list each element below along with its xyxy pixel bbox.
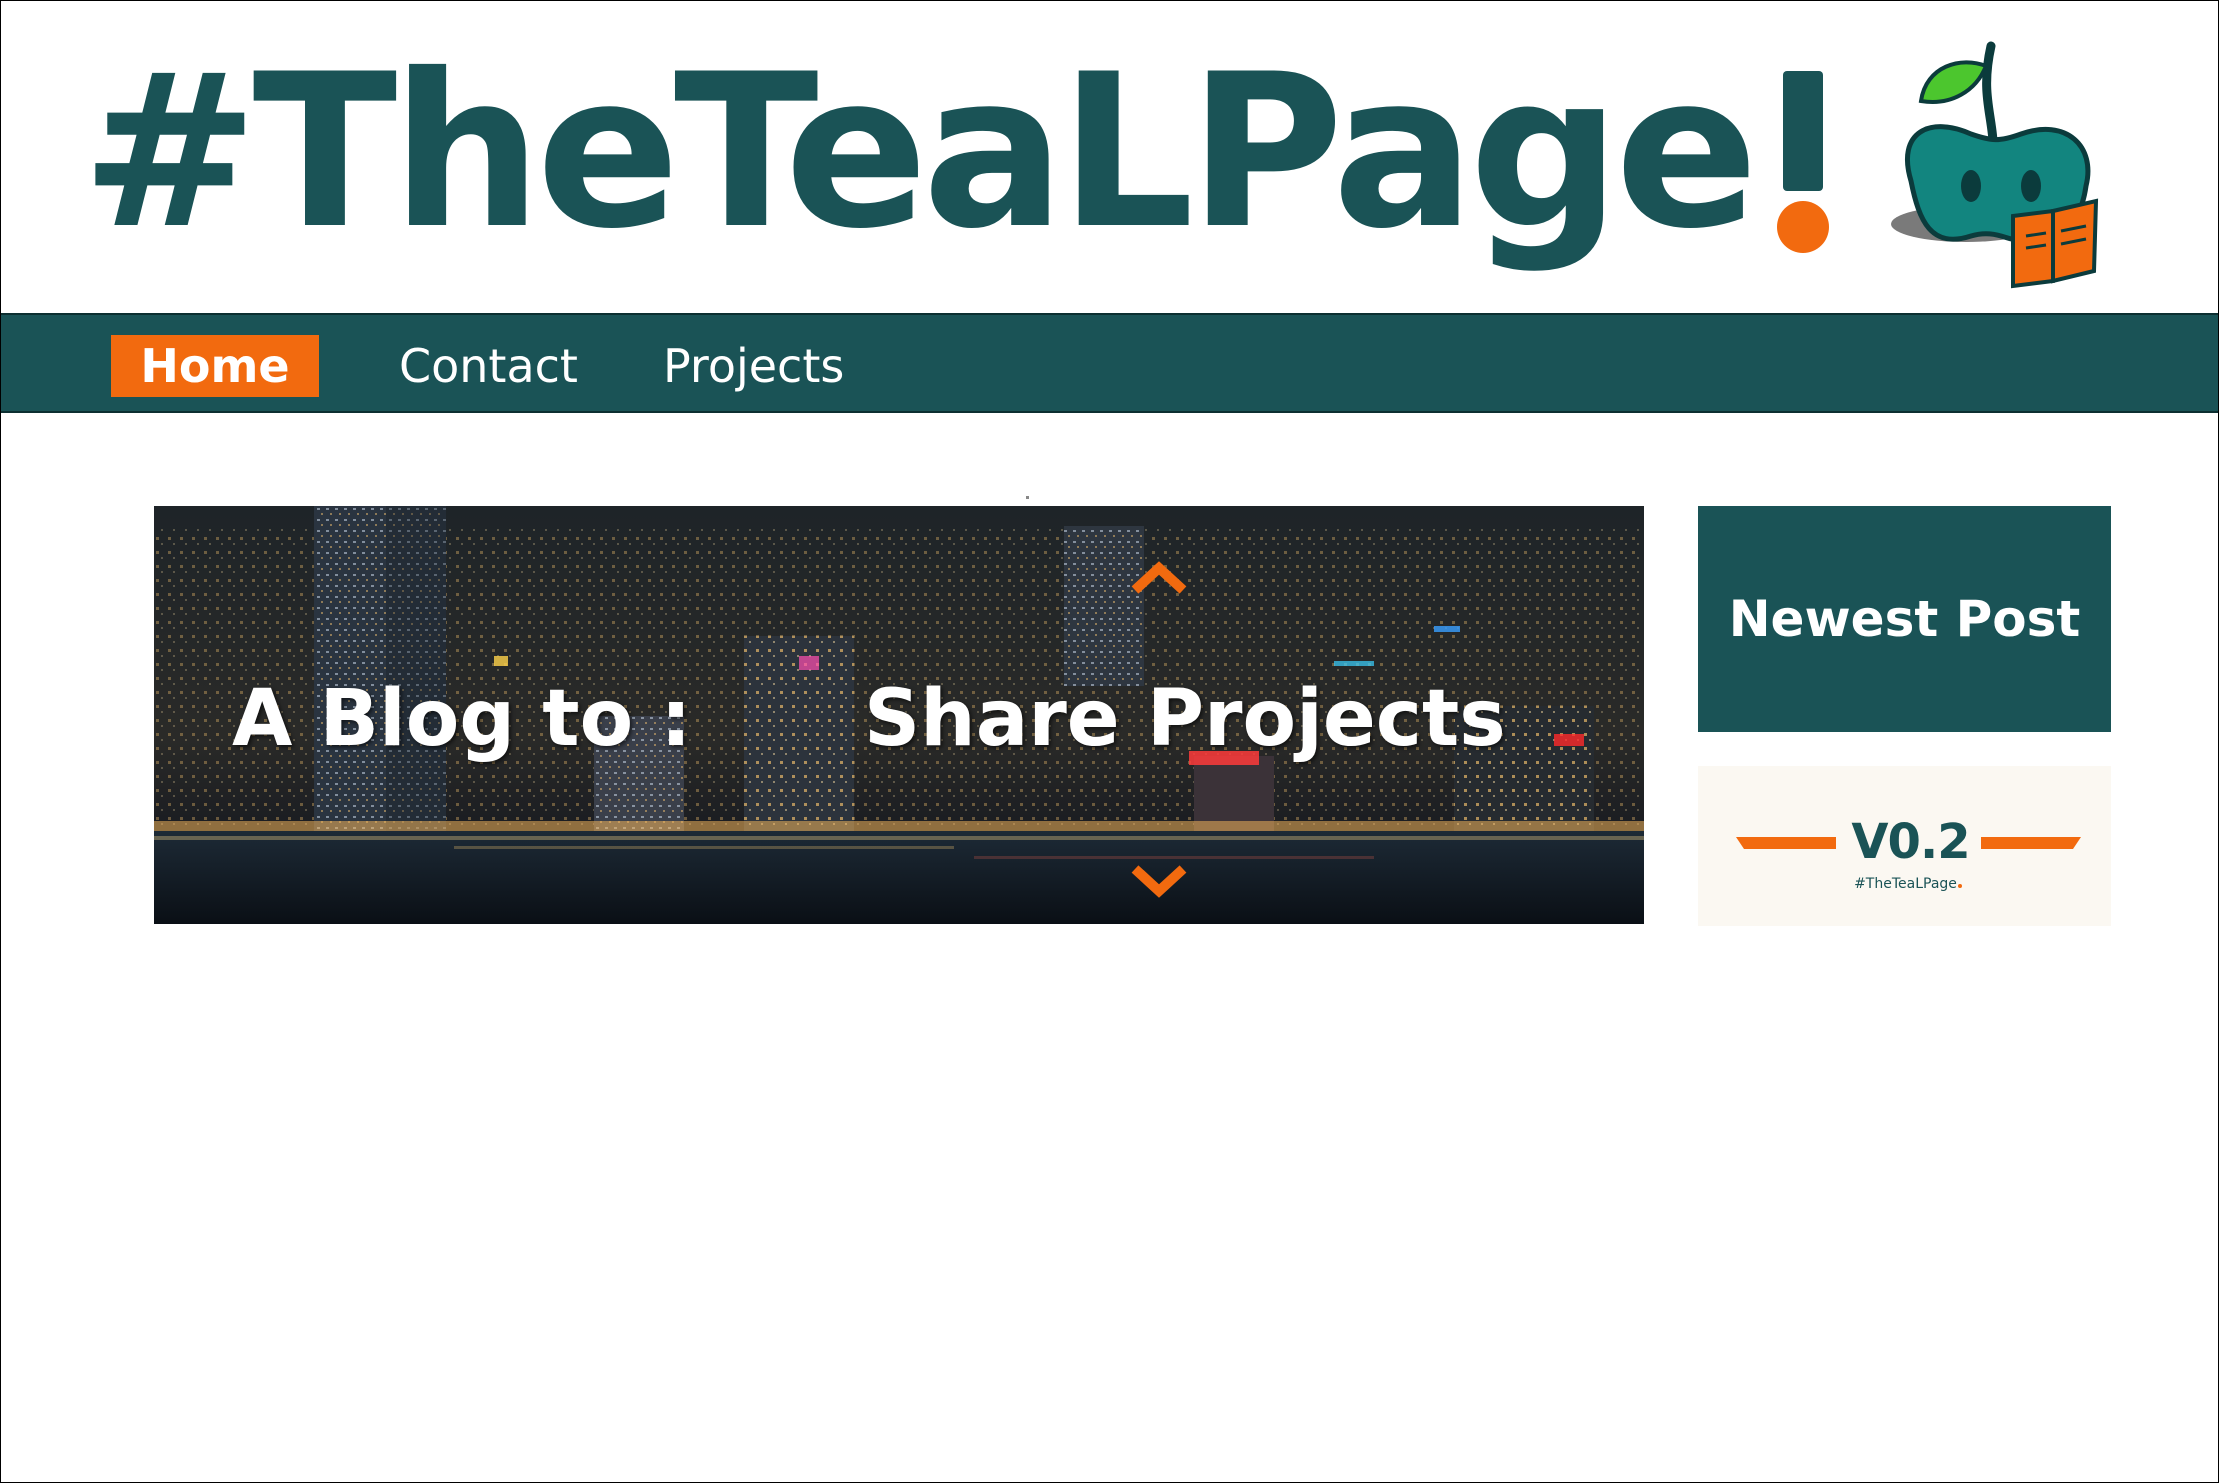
- banner-headline-right: Share Projects: [864, 674, 1506, 764]
- decorative-line-left: [1736, 837, 1836, 849]
- banner-headline-left: A Blog to :: [232, 674, 692, 764]
- exclamation-mark: [1763, 46, 1833, 253]
- nav-projects[interactable]: Projects: [663, 335, 844, 397]
- hero-banner: A Blog to : Share Projects: [154, 506, 1644, 924]
- site-title[interactable]: #TheTeaLPage: [81, 46, 1833, 258]
- decorative-line-right: [1981, 837, 2081, 849]
- site-header: #TheTeaLPage: [1, 1, 2218, 313]
- newest-post-header: Newest Post: [1698, 506, 2111, 732]
- main-nav: Home Contact Projects: [1, 313, 2218, 413]
- chevron-down-icon[interactable]: [1129, 861, 1189, 901]
- newest-post-card[interactable]: V0.2 #TheTeaLPage: [1698, 766, 2111, 926]
- newest-post-label: Newest Post: [1728, 590, 2081, 648]
- page: #TheTeaLPage Home Contact Projects A Blo…: [0, 0, 2219, 1483]
- chevron-up-icon[interactable]: [1129, 558, 1189, 598]
- nav-contact[interactable]: Contact: [399, 335, 578, 397]
- site-title-text: #TheTeaLPage: [81, 28, 1759, 275]
- apple-reading-book-icon: [1881, 36, 2121, 296]
- nav-home[interactable]: Home: [111, 335, 319, 397]
- post-tag-text: #TheTeaLPage: [1854, 876, 1957, 892]
- post-version: V0.2: [1851, 814, 1970, 870]
- post-tag: #TheTeaLPage: [1798, 876, 2018, 892]
- divider-dot: [1026, 496, 1029, 499]
